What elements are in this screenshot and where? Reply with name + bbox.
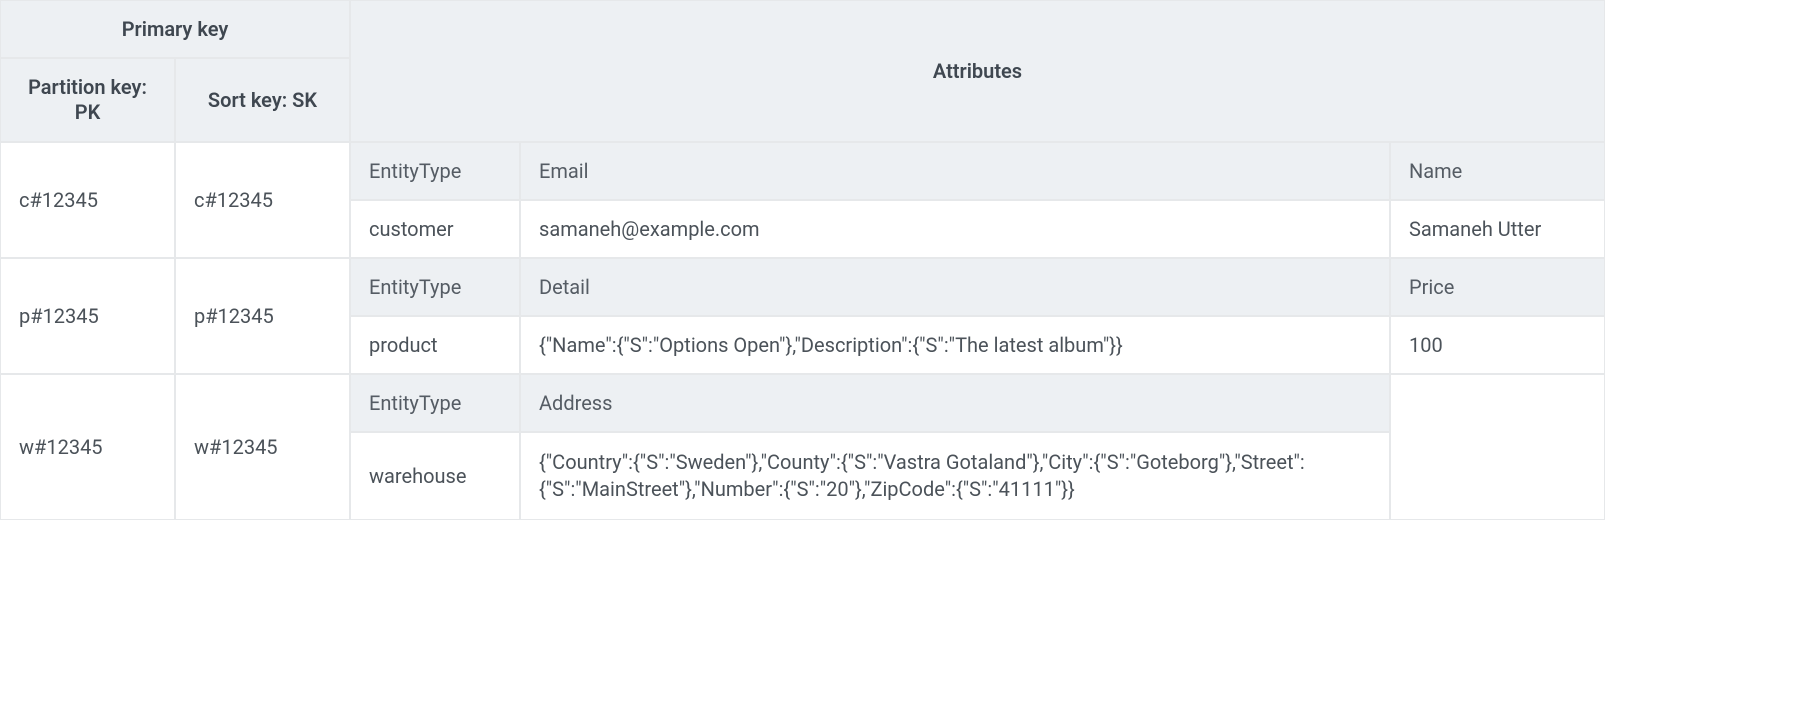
attr-value: Samaneh Utter xyxy=(1390,200,1605,258)
primary-key-header: Primary key xyxy=(0,0,350,58)
attr-value: {"Name":{"S":"Options Open"},"Descriptio… xyxy=(520,316,1390,374)
attr-header: Detail xyxy=(520,258,1390,316)
attr-header: Name xyxy=(1390,142,1605,200)
sort-key-header: Sort key: SK xyxy=(175,58,350,142)
table-row-sk: p#12345 xyxy=(175,258,350,374)
attr-value: samaneh@example.com xyxy=(520,200,1390,258)
attr-value: {"Country":{"S":"Sweden"},"County":{"S":… xyxy=(520,432,1390,520)
table-row-pk: c#12345 xyxy=(0,142,175,258)
table-row-pk: p#12345 xyxy=(0,258,175,374)
attr-header: Price xyxy=(1390,258,1605,316)
partition-key-header: Partition key: PK xyxy=(0,58,175,142)
table-row-pk: w#12345 xyxy=(0,374,175,520)
attr-empty xyxy=(1390,374,1605,520)
table-row-sk: w#12345 xyxy=(175,374,350,520)
attr-value: 100 xyxy=(1390,316,1605,374)
attr-value: customer xyxy=(350,200,520,258)
attributes-header: Attributes xyxy=(350,0,1605,142)
attr-header: EntityType xyxy=(350,258,520,316)
attr-value: product xyxy=(350,316,520,374)
table-row-sk: c#12345 xyxy=(175,142,350,258)
attr-value: warehouse xyxy=(350,432,520,520)
attr-header: EntityType xyxy=(350,142,520,200)
dynamodb-table: Primary key Attributes Partition key: PK… xyxy=(0,0,1806,520)
attr-header: Address xyxy=(520,374,1390,432)
attr-header: EntityType xyxy=(350,374,520,432)
attr-header: Email xyxy=(520,142,1390,200)
